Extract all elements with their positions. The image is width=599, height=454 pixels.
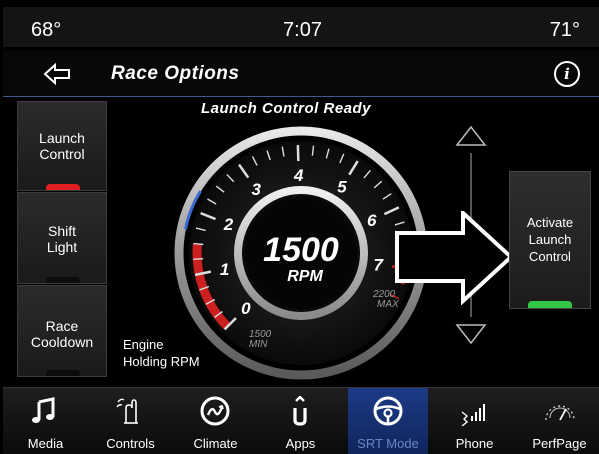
climate-icon xyxy=(200,396,230,426)
rpm-down-arrow-icon xyxy=(455,324,487,345)
activate-label-3: Control xyxy=(529,249,571,264)
gauge-tick-label: 0 xyxy=(241,299,251,318)
shift-light-button[interactable]: Shift Light xyxy=(17,192,107,284)
gauge-tick-label: 2 xyxy=(223,215,234,234)
race-cooldown-button[interactable]: Race Cooldown xyxy=(17,285,107,377)
nav-perfpage[interactable]: PerfPage xyxy=(517,388,599,454)
gauge-tick-label: 3 xyxy=(252,180,262,199)
shift-light-label-2: Light xyxy=(46,239,78,255)
launch-control-label-2: Control xyxy=(39,146,85,162)
gauge-min-text: MIN xyxy=(249,339,268,350)
race-cooldown-label-2: Cooldown xyxy=(30,334,94,350)
launch-control-label-1: Launch xyxy=(39,130,85,146)
nav-srt-mode-label: SRT Mode xyxy=(357,436,419,451)
gauge-minor-tick xyxy=(193,257,204,260)
nav-apps[interactable]: Apps xyxy=(258,388,343,454)
gauge-tick-label: 1 xyxy=(220,260,229,279)
nav-perfpage-label: PerfPage xyxy=(532,436,587,451)
nav-climate[interactable]: Climate xyxy=(173,388,258,454)
launch-control-indicator xyxy=(46,184,80,190)
phone-signal-icon xyxy=(461,404,485,426)
nav-srt-mode[interactable]: SRT Mode xyxy=(348,388,428,454)
nav-climate-label: Climate xyxy=(193,436,238,451)
nav-media[interactable]: Media xyxy=(3,388,88,454)
info-icon[interactable]: i xyxy=(554,61,580,87)
steering-wheel-icon xyxy=(373,396,403,426)
activate-label-1: Activate xyxy=(526,215,574,230)
race-options-screen: 68° 7:07 71° Race Options i Launch Contr… xyxy=(0,0,599,454)
gauge-rpm-value: 1500 xyxy=(263,231,339,269)
race-cooldown-label-1: Race xyxy=(45,318,79,334)
race-cooldown-indicator xyxy=(46,370,80,376)
music-note-icon xyxy=(32,397,55,423)
nav-media-label: Media xyxy=(27,436,64,451)
gauge-rpm-unit: RPM xyxy=(287,268,323,285)
hand-touch-icon xyxy=(116,398,138,424)
activate-launch-control-button[interactable]: Activate Launch Control xyxy=(509,171,591,309)
launch-control-button[interactable]: Launch Control xyxy=(17,101,107,191)
status-bar: 68° 7:07 71° xyxy=(3,3,599,47)
passenger-temperature[interactable]: 71° xyxy=(550,19,580,42)
gauge-tick-label: 4 xyxy=(293,166,304,185)
nav-phone[interactable]: Phone xyxy=(432,388,517,454)
tachometer-gauge: 01234567 1500 RPM 1500 MIN 2200 MAX xyxy=(174,126,428,380)
rpm-up-arrow-icon xyxy=(455,125,487,146)
gauge-tick-label: 7 xyxy=(373,255,384,274)
activate-pointer-arrow-icon xyxy=(395,211,514,305)
bottom-nav-bar: Media Controls Climate Apps SRT Mode Pho… xyxy=(3,387,599,454)
title-bar: Race Options i xyxy=(3,51,599,97)
performance-gauge-icon xyxy=(545,405,575,421)
activate-label-2: Launch xyxy=(528,232,572,247)
nav-apps-label: Apps xyxy=(285,436,316,451)
gauge-tick-label: 5 xyxy=(337,178,347,197)
clock: 7:07 xyxy=(283,19,322,41)
nav-phone-label: Phone xyxy=(455,436,494,451)
nav-controls[interactable]: Controls xyxy=(88,388,173,454)
gauge-tick-label: 6 xyxy=(367,211,377,230)
back-arrow-icon[interactable] xyxy=(43,62,71,86)
activate-indicator xyxy=(528,301,572,308)
page-title: Race Options xyxy=(111,63,240,84)
nav-controls-label: Controls xyxy=(106,436,155,451)
shift-light-label-1: Shift xyxy=(47,223,76,239)
shift-light-indicator xyxy=(46,277,80,283)
gauge-minor-tick xyxy=(193,242,204,246)
apps-icon xyxy=(293,396,307,426)
